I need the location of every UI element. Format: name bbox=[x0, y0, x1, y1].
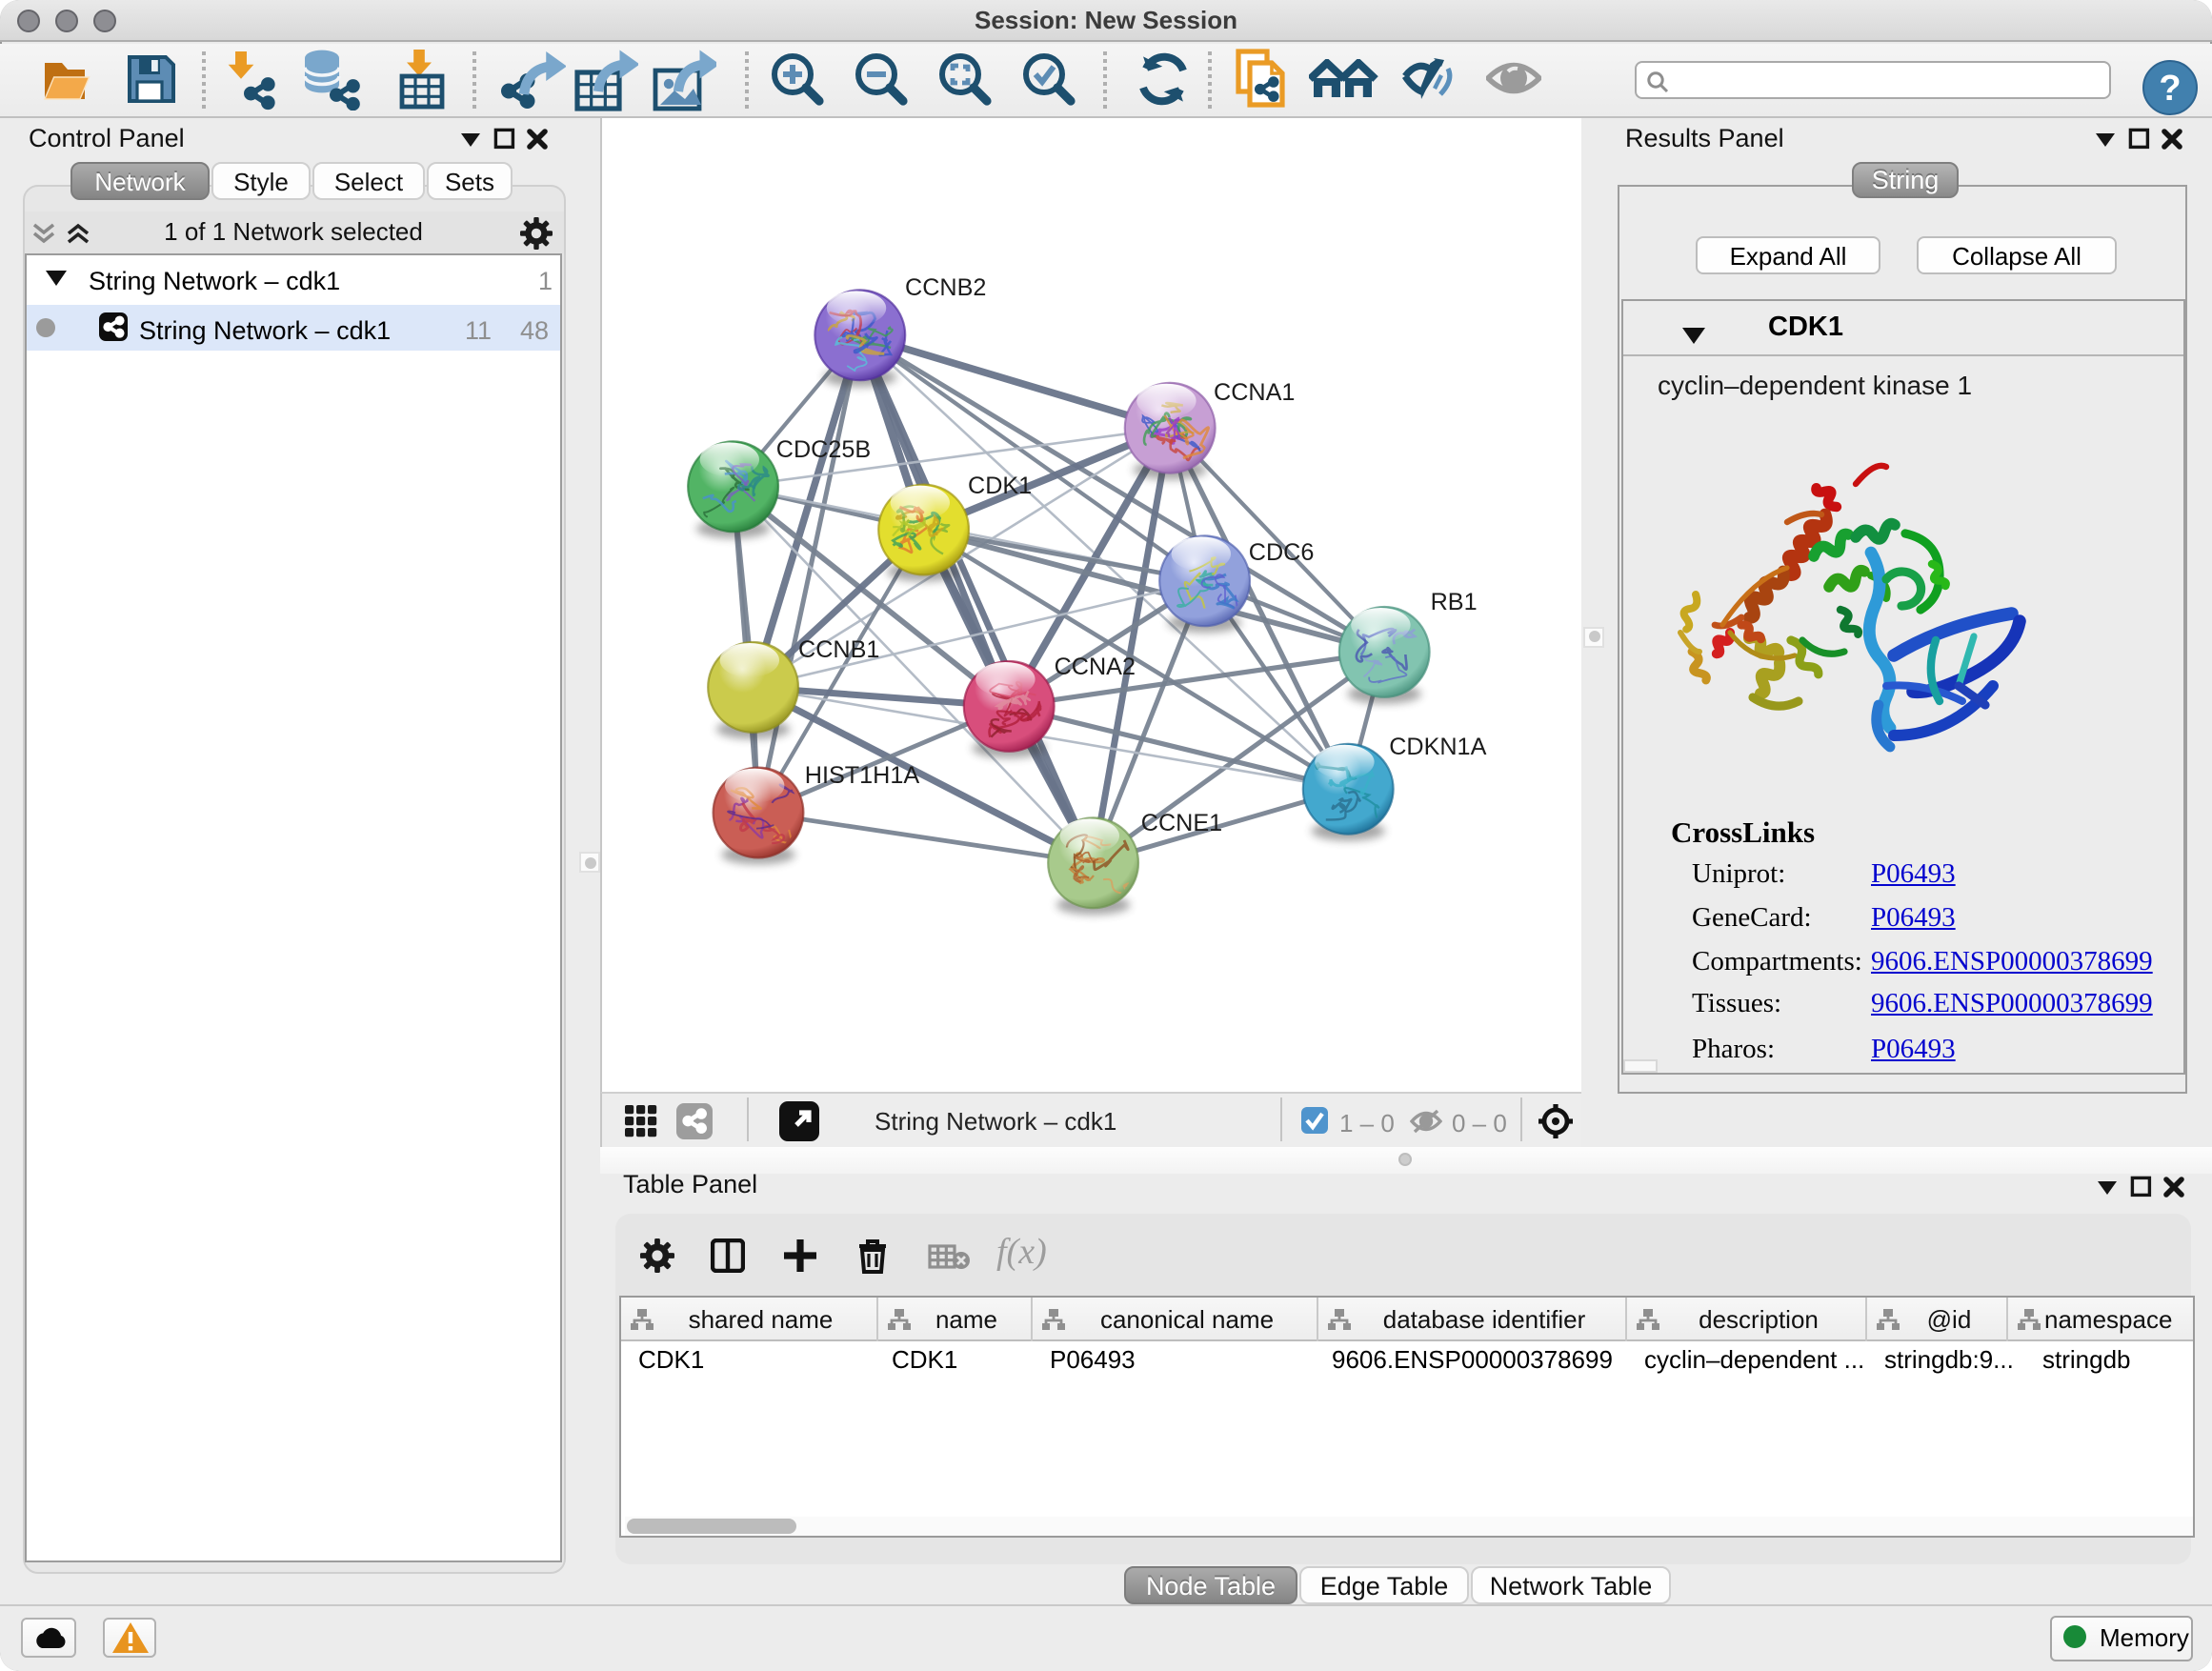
svg-text:?: ? bbox=[2159, 69, 2181, 109]
